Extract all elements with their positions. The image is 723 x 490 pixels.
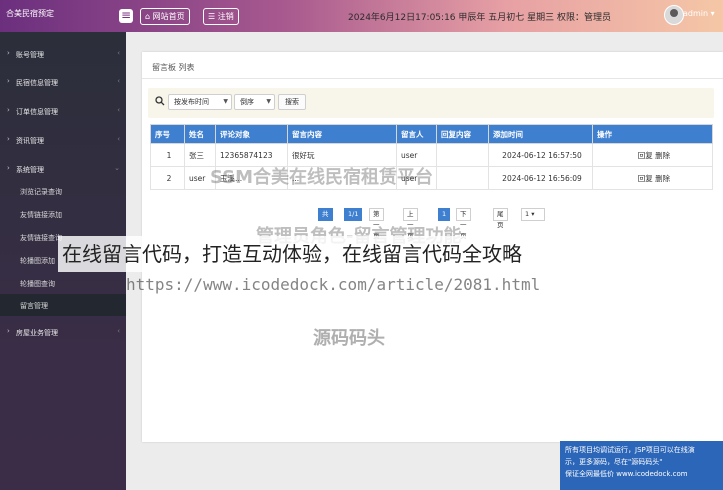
col-header: 序号 [150,124,185,144]
panel-title: 留言板 列表 [152,63,195,72]
col-header: 回复内容 [436,124,489,144]
sidebar-item-system[interactable]: › 系统管理 ⌄ [0,159,126,179]
sidebar-item-news[interactable]: › 资讯管理 ‹ [0,130,126,150]
sidebar-sub-carousel-query[interactable]: 轮播图查询 [0,272,126,294]
table-header-row: 序号 姓名 评论对象 留言内容 留言人 回复内容 添加时间 操作 [150,124,713,144]
col-header: 操作 [592,124,713,144]
pager-first[interactable]: 第一页 [369,208,384,240]
divider [142,78,723,79]
pager-next[interactable]: 下一页 [456,208,471,240]
chevron-right-icon: › [7,77,10,85]
top-header: 合美民宿预定 ⌂ 网站首页 ☰ 注销 2024年6月12日17:05:16 甲辰… [0,0,723,32]
watermark-source: 源码码头 [313,328,385,349]
watermark-url: https://www.icodedock.com/article/2081.h… [126,275,541,294]
chevron-right-icon: › [7,135,10,143]
col-header: 留言内容 [287,124,397,144]
pager-prev[interactable]: 上一页 [403,208,418,240]
order-select[interactable]: 倒序 ▼ [234,94,275,110]
pager-jump-select[interactable]: 1 ▾ [521,208,545,221]
search-bar: 按发布时间 ▼ 倒序 ▼ 搜索 [148,88,714,118]
chevron-down-icon: › [7,164,10,172]
datetime-text: 2024年6月12日17:05:16 甲辰年 五月初七 星期三 [348,13,555,23]
chevron-right-icon: › [7,327,10,335]
search-icon [155,96,165,106]
menu-toggle-icon[interactable] [119,8,133,23]
watermark-title: SSM合美在线民宿租赁平台 [210,167,434,188]
user-menu[interactable]: admin ▾ [683,9,715,18]
home-button[interactable]: ⌂ 网站首页 [140,8,190,25]
col-header: 姓名 [184,124,216,144]
pager-pages: 1/1页 [344,208,363,229]
chevron-down-icon: ▼ [266,98,271,105]
col-header: 添加时间 [488,124,593,144]
sort-field-select[interactable]: 按发布时间 ▼ [168,94,232,110]
sidebar-item-orders[interactable]: › 订单信息管理 ‹ [0,101,126,121]
sidebar-item-homestay[interactable]: › 民宿信息管理 ‹ [0,72,126,92]
row-actions[interactable]: 回复 删除 [592,143,713,167]
chevron-right-icon: › [7,106,10,114]
role-text: 权限：管理员 [556,13,611,23]
status-bar: 2024年6月12日17:05:16 甲辰年 五月初七 星期三 权限：管理员 [348,10,611,23]
sidebar-item-account[interactable]: › 账号管理 ‹ [0,44,126,64]
col-header: 评论对象 [215,124,288,144]
pager-total: 共2条 [318,208,333,240]
pager-last[interactable]: 尾页 [493,208,508,229]
sidebar-sub-messages[interactable]: 留言管理 [0,294,126,316]
banner-caption: 在线留言代码，打造互动体验，在线留言代码全攻略 [58,236,661,272]
logout-button[interactable]: ☰ 注销 [203,8,239,25]
pager-current[interactable]: 1 [438,208,451,221]
logout-icon: ☰ [208,12,218,21]
app-title: 合美民宿预定 [6,9,54,18]
sidebar-sub-browse-log[interactable]: 浏览记录查询 [0,180,126,202]
home-icon: ⌂ [145,12,153,21]
sidebar-item-house-business[interactable]: › 房屋业务管理 ‹ [0,322,126,342]
chevron-right-icon: › [7,49,10,57]
row-actions[interactable]: 回复 删除 [592,166,713,190]
col-header: 留言人 [396,124,437,144]
avatar[interactable] [664,5,684,25]
chevron-down-icon: ▼ [223,98,228,105]
sidebar-sub-link-add[interactable]: 友情链接添加 [0,203,126,225]
notice-box: 所有项目均调试运行，JSP项目可以在线演 示，更多源码，尽在"源码码头" 保证全… [560,441,723,490]
search-button[interactable]: 搜索 [278,94,306,110]
